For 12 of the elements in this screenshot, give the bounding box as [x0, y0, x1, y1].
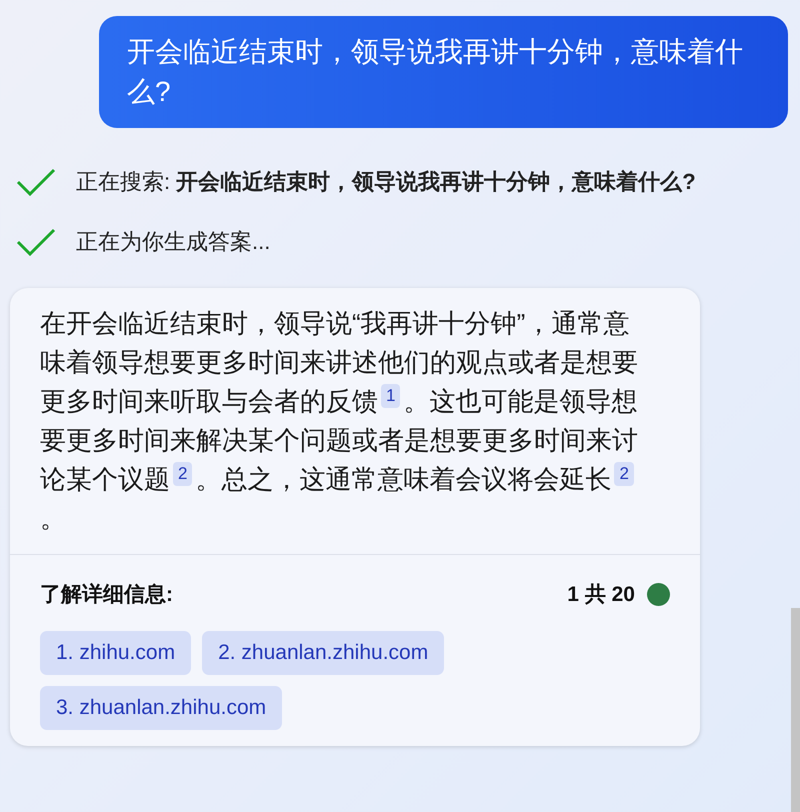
source-link[interactable]: 2. zhuanlan.zhihu.com — [202, 630, 444, 674]
status-step-text: 正在为你生成答案... — [76, 228, 272, 256]
result-count: 1 共 20 — [567, 582, 635, 608]
citation-link[interactable]: 2 — [173, 462, 192, 486]
citation-link[interactable]: 1 — [381, 384, 400, 408]
source-link[interactable]: 1. zhihu.com — [40, 630, 192, 674]
user-message-bubble: 开会临近结束时，领导说我再讲十分钟，意味着什么? — [99, 16, 788, 128]
learn-more-title: 了解详细信息: — [40, 582, 173, 608]
status-step-text: 正在搜索: 开会临近结束时，领导说我再讲十分钟，意味着什么? — [76, 168, 697, 196]
source-link[interactable]: 3. zhuanlan.zhihu.com — [40, 686, 282, 730]
answer-paragraph: 在开会临近结束时，领导说“我再讲十分钟”，通常意味着领导想要更多时间来讲述他们的观点或者是想要更多时间来听取与会者的反馈 1 。这也可能是领导想要更多时间来解决某个问题或者是想要更多时间来讨论某个议题 2 。总之，这通常意味着会议将会延长 2 。 — [39, 307, 639, 535]
citation-link[interactable]: 2 — [614, 462, 634, 486]
